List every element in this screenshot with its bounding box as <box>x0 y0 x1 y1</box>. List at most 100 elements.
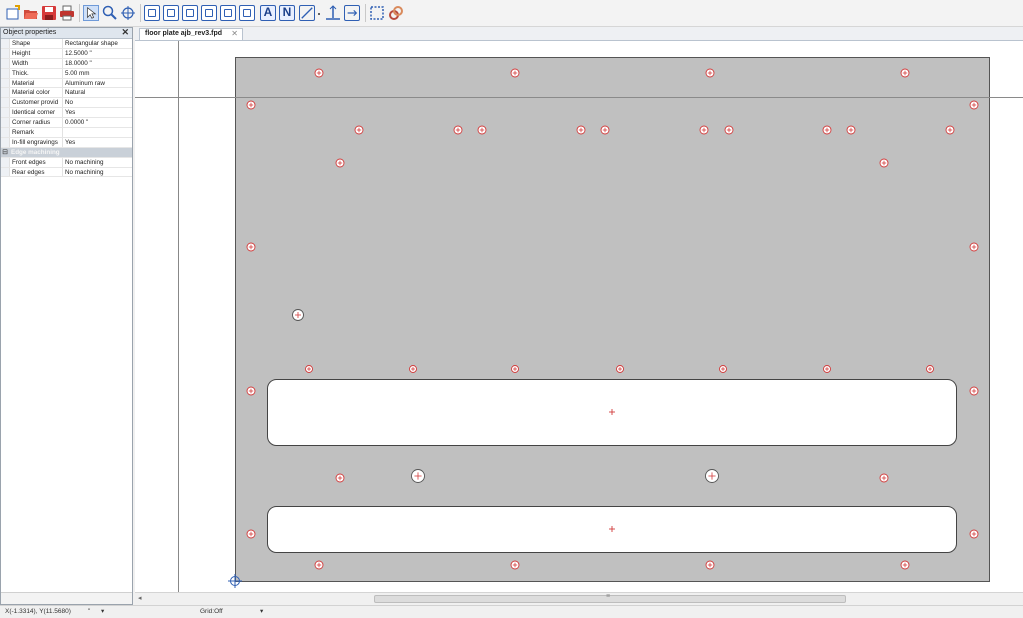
property-row-edge-0[interactable]: Front edges No machining <box>1 157 132 168</box>
measure-icon[interactable] <box>344 5 360 21</box>
save-icon[interactable] <box>41 5 57 21</box>
unit-select[interactable]: " <box>88 606 90 618</box>
property-value[interactable]: 5.00 mm <box>63 69 90 78</box>
mounting-hole <box>926 365 934 373</box>
print-icon[interactable] <box>59 5 75 21</box>
mounting-hole <box>335 158 345 168</box>
line-tool-icon[interactable] <box>299 5 315 21</box>
mounting-hole <box>724 125 734 135</box>
panel-title: Object properties <box>3 29 57 36</box>
mounting-hole <box>314 560 324 570</box>
open-icon[interactable] <box>23 5 39 21</box>
mounting-hole <box>246 386 256 396</box>
mounting-hole <box>292 309 304 321</box>
horizontal-scrollbar[interactable]: ◂ ≡ <box>135 592 1023 604</box>
frame-icon[interactable] <box>369 5 385 21</box>
chevron-down-icon[interactable] <box>315 5 323 21</box>
scroll-grip-icon: ≡ <box>606 593 611 600</box>
mounting-hole <box>510 560 520 570</box>
category-label: Edge machining <box>11 148 60 156</box>
text-tool-icon[interactable]: A <box>260 5 276 21</box>
shape-5-icon[interactable] <box>220 5 236 21</box>
property-row-6[interactable]: Customer provid No <box>1 98 132 109</box>
property-value[interactable]: 18.0000 " <box>63 59 92 68</box>
check-icon[interactable] <box>388 5 404 21</box>
property-row-edge-1[interactable]: Rear edges No machining <box>1 167 132 178</box>
tab-label: floor plate ajb_rev3.fpd <box>145 30 223 37</box>
property-row-2[interactable]: Width 18.0000 " <box>1 58 132 69</box>
property-row-1[interactable]: Height 12.5000 " <box>1 48 132 59</box>
grid-select[interactable]: Grid:Off <box>200 606 223 618</box>
property-value[interactable] <box>63 128 65 137</box>
property-value[interactable]: Yes <box>63 108 75 117</box>
shape-3-icon[interactable] <box>182 5 198 21</box>
mounting-hole <box>846 125 856 135</box>
property-value[interactable]: Aluminum raw <box>63 79 105 88</box>
mounting-hole <box>511 365 519 373</box>
mounting-hole <box>969 100 979 110</box>
property-row-7[interactable]: Identical corner Yes <box>1 108 132 119</box>
property-value[interactable]: Natural <box>63 88 85 97</box>
scroll-left-icon[interactable]: ◂ <box>138 594 142 602</box>
property-value[interactable]: 12.5000 " <box>63 49 92 58</box>
mounting-hole <box>477 125 487 135</box>
shape-1-icon[interactable] <box>144 5 160 21</box>
select-arrow-icon[interactable] <box>83 5 99 21</box>
property-key: Remark <box>10 128 63 137</box>
property-row-4[interactable]: Material Aluminum raw <box>1 78 132 89</box>
property-row-0[interactable]: Shape Rectangular shape <box>1 39 132 49</box>
grid-dropdown-icon[interactable]: ▾ <box>260 606 263 618</box>
property-value[interactable]: 0.0000 " <box>63 118 88 127</box>
property-value[interactable]: No machining <box>63 168 104 177</box>
drawing-svg[interactable] <box>135 41 1023 592</box>
property-row-10[interactable]: In-fill engravings Yes <box>1 137 132 148</box>
property-key: Width <box>10 58 63 68</box>
mounting-hole <box>969 529 979 539</box>
property-key: Front edges <box>10 157 63 167</box>
shape-6-icon[interactable] <box>239 5 255 21</box>
mounting-hole <box>969 386 979 396</box>
tab-document[interactable]: floor plate ajb_rev3.fpd ✕ <box>139 28 243 40</box>
shape-2-icon[interactable] <box>163 5 179 21</box>
property-row-5[interactable]: Material color Natural <box>1 88 132 99</box>
dimension-icon[interactable] <box>325 5 341 21</box>
toolbar: A N <box>0 0 1023 27</box>
mounting-hole <box>900 68 910 78</box>
mounting-hole <box>305 365 313 373</box>
panel-scrollbar[interactable] <box>1 592 132 604</box>
engrave-text-icon[interactable]: N <box>279 5 295 21</box>
object-properties-panel: Object properties ✕ Shape Rectangular sha… <box>0 27 133 605</box>
shape-4-icon[interactable] <box>201 5 217 21</box>
category-edge-machining[interactable]: ⊟ Edge machining <box>1 147 132 158</box>
mounting-hole <box>510 68 520 78</box>
property-row-8[interactable]: Corner radius 0.0000 " <box>1 118 132 129</box>
tab-close-icon[interactable]: ✕ <box>231 29 238 38</box>
property-value[interactable]: Yes <box>63 138 75 147</box>
property-key: Material color <box>10 88 63 98</box>
mounting-hole <box>453 125 463 135</box>
mounting-hole <box>335 473 345 483</box>
property-row-9[interactable]: Remark <box>1 128 132 138</box>
property-value[interactable]: No machining <box>63 158 104 167</box>
mounting-hole <box>409 365 417 373</box>
zoom-icon[interactable] <box>102 5 118 21</box>
unit-dropdown-icon[interactable]: ▾ <box>101 606 104 618</box>
drawing-canvas[interactable] <box>135 41 1023 592</box>
panel-header: Object properties ✕ <box>1 27 132 39</box>
document-tabbar: floor plate ajb_rev3.fpd ✕ <box>135 27 1023 41</box>
mounting-hole <box>246 100 256 110</box>
property-key: Customer provid <box>10 98 63 108</box>
property-key: In-fill engravings <box>10 137 63 147</box>
new-icon[interactable] <box>5 5 21 21</box>
property-row-3[interactable]: Thick. 5.00 mm <box>1 68 132 79</box>
mounting-hole <box>705 68 715 78</box>
mounting-hole <box>314 68 324 78</box>
mounting-hole <box>616 365 624 373</box>
mounting-hole <box>705 560 715 570</box>
property-value[interactable]: No <box>63 98 73 107</box>
cursor-coordinates: X(-1.3314), Y(11.5680) <box>5 608 71 615</box>
property-value[interactable]: Rectangular shape <box>63 39 118 48</box>
collapse-icon[interactable]: ⊟ <box>1 147 9 157</box>
pan-icon[interactable] <box>120 5 136 21</box>
close-icon[interactable]: ✕ <box>121 27 129 38</box>
